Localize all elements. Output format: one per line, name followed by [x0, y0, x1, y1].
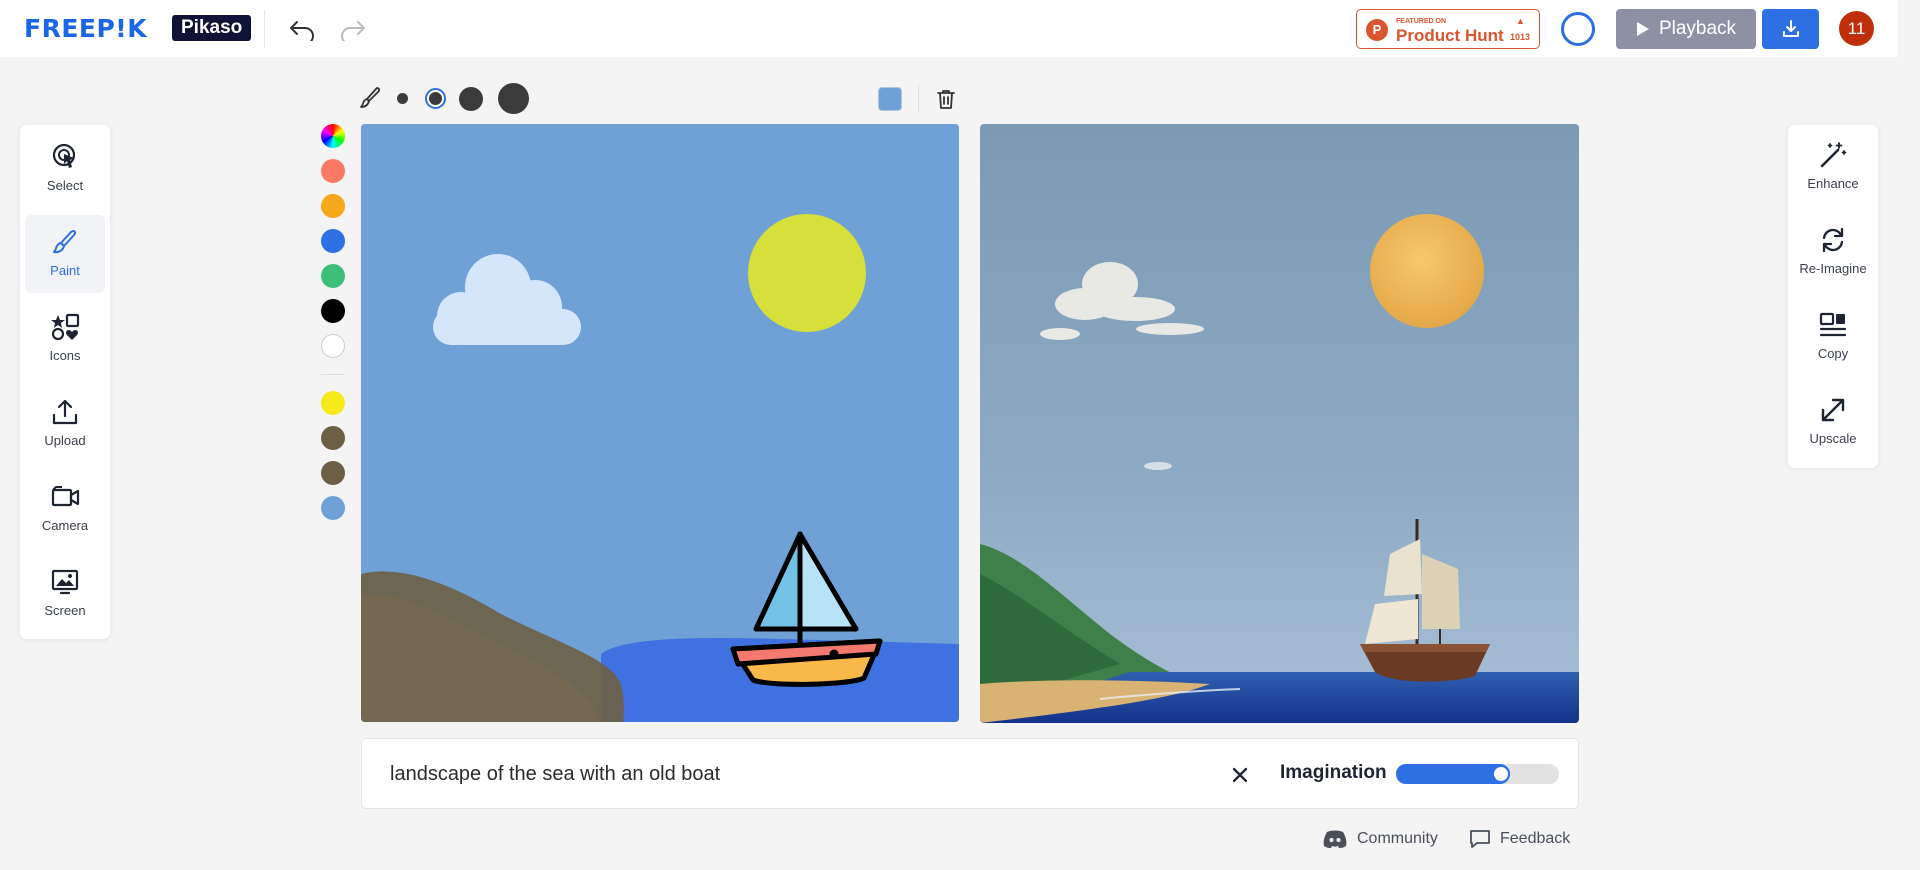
feedback-label: Feedback [1500, 830, 1571, 847]
sketch-canvas[interactable] [361, 124, 959, 722]
icons-shapes-icon [51, 313, 80, 341]
camera-icon [51, 486, 80, 507]
refresh-icon [1822, 227, 1844, 253]
recent-color-swatch-4[interactable] [321, 496, 345, 520]
painted-moon [1370, 214, 1484, 328]
imagination-label: Imagination [1280, 762, 1387, 783]
upscale-arrow-icon [1821, 398, 1845, 422]
recent-color-swatch-2[interactable] [321, 426, 345, 450]
brush-icon [360, 87, 380, 108]
download-icon [1782, 20, 1799, 37]
screen-capture-icon [51, 569, 79, 595]
clear-prompt-button[interactable] [1228, 763, 1252, 787]
tool-select[interactable]: Select [25, 130, 105, 208]
feedback-link[interactable]: Feedback [1469, 829, 1570, 849]
select-pointer-icon [52, 143, 76, 168]
right-toolbar: Enhance Re-Imagine Copy Upscale [1788, 125, 1878, 468]
tool-upscale[interactable]: Upscale [1793, 380, 1873, 460]
brush-row-divider [918, 85, 919, 113]
palette-color-swatch-5[interactable] [321, 299, 345, 323]
redo-button[interactable] [337, 14, 369, 46]
generated-painting [980, 124, 1579, 723]
freepik-logo[interactable]: FREEP!K [24, 14, 147, 43]
tool-upload-label: Upload [44, 433, 86, 448]
status-ring-icon[interactable] [1561, 12, 1595, 46]
playback-label: Playback [1658, 18, 1737, 39]
product-hunt-badge[interactable]: P FEATURED ON Product Hunt ▲ 1013 [1356, 9, 1540, 49]
tool-icons-label: Icons [49, 348, 81, 363]
chat-bubble-icon [1470, 830, 1490, 848]
brush-size-xlarge[interactable] [498, 83, 529, 114]
palette-divider [321, 374, 345, 375]
brush-icon [53, 230, 77, 254]
upvote-triangle-icon: ▲ [1516, 16, 1525, 26]
palette-color-swatch-4[interactable] [321, 264, 345, 288]
download-button[interactable] [1762, 9, 1819, 49]
copy-icon [1819, 312, 1847, 337]
tool-icons[interactable]: Icons [25, 300, 105, 378]
brush-size-small[interactable] [397, 93, 408, 104]
upload-icon [52, 399, 78, 425]
product-hunt-featured-text: FEATURED ON [1396, 18, 1447, 25]
sketch-sun [748, 214, 866, 332]
tool-screen[interactable]: Screen [25, 555, 105, 633]
tool-camera[interactable]: Camera [25, 470, 105, 548]
tool-paint-label: Paint [50, 263, 80, 278]
palette-color-swatch-3[interactable] [321, 229, 345, 253]
brush-size-medium[interactable] [425, 88, 446, 109]
recent-color-swatch-1[interactable] [321, 391, 345, 415]
user-avatar[interactable]: 11 [1839, 11, 1874, 46]
brush-size-medium-dot [429, 92, 442, 105]
tool-reimagine[interactable]: Re-Imagine [1793, 210, 1873, 290]
tool-camera-label: Camera [41, 518, 89, 533]
tool-select-label: Select [46, 178, 84, 193]
topbar-divider [264, 10, 265, 48]
community-link[interactable]: Community [1322, 829, 1438, 849]
palette-color-swatch-2[interactable] [321, 194, 345, 218]
brush-size-large[interactable] [459, 87, 483, 111]
tool-screen-label: Screen [44, 603, 86, 618]
tool-upload[interactable]: Upload [25, 385, 105, 463]
product-hunt-logo-icon: P [1366, 19, 1388, 41]
top-bar: FREEP!K Pikaso P FEATURED ON Product Hun… [0, 0, 1898, 57]
playback-button[interactable]: Playback [1616, 9, 1756, 49]
pikaso-badge: Pikaso [172, 15, 252, 41]
tool-copy[interactable]: Copy [1793, 295, 1873, 375]
discord-icon [1323, 830, 1347, 848]
undo-button[interactable] [286, 14, 318, 46]
prompt-input[interactable] [390, 756, 1190, 792]
product-hunt-title: Product Hunt [1396, 26, 1504, 45]
sketch-drawing [361, 124, 959, 722]
tool-reimagine-label: Re-Imagine [1799, 261, 1867, 276]
magic-wand-icon [1820, 142, 1847, 168]
palette-color-swatch-6[interactable] [321, 334, 345, 358]
undo-icon [290, 21, 314, 41]
recent-color-swatch-3[interactable] [321, 461, 345, 485]
redo-icon [341, 21, 365, 41]
product-hunt-votes: 1013 [1510, 32, 1531, 42]
current-color-swatch[interactable] [878, 87, 902, 111]
tool-enhance-label: Enhance [1807, 176, 1859, 191]
palette-color-swatch-1[interactable] [321, 159, 345, 183]
imagination-slider[interactable] [1396, 764, 1559, 784]
play-icon [1636, 22, 1649, 36]
tool-copy-label: Copy [1817, 346, 1849, 361]
close-icon [1232, 767, 1248, 783]
tool-enhance[interactable]: Enhance [1793, 125, 1873, 205]
clear-canvas-button[interactable] [935, 88, 957, 115]
imagination-slider-knob[interactable] [1492, 765, 1510, 783]
ai-result-image[interactable] [980, 124, 1579, 723]
brush-mode-button[interactable] [358, 86, 382, 115]
color-picker-wheel-icon[interactable] [321, 124, 345, 148]
left-toolbar: Select Paint Icons Upload Camera Screen [20, 125, 110, 639]
tool-paint[interactable]: Paint [25, 215, 105, 293]
tool-upscale-label: Upscale [1809, 431, 1857, 446]
prompt-bar: Imagination [361, 738, 1579, 809]
trash-icon [937, 90, 955, 109]
community-label: Community [1357, 830, 1438, 847]
